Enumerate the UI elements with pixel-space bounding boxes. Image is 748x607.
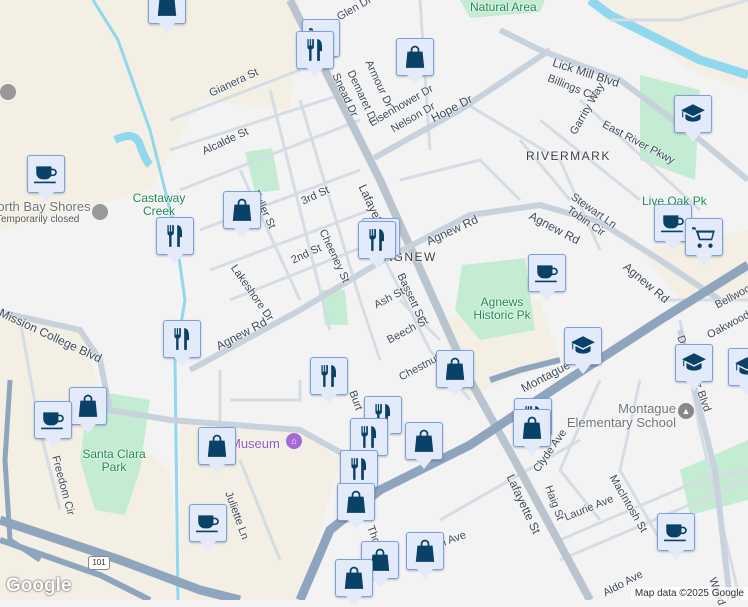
shopping-marker[interactable] bbox=[396, 38, 434, 85]
cart-icon bbox=[691, 224, 717, 250]
fork-knife-icon bbox=[364, 227, 390, 253]
fork-knife-icon bbox=[162, 223, 188, 249]
north-bay-shores-label: North Bay Shores bbox=[0, 199, 91, 214]
highway-101-shield: 101 bbox=[88, 556, 110, 570]
school-marker[interactable] bbox=[675, 344, 713, 391]
school-icon[interactable]: ▲ bbox=[678, 403, 694, 419]
rivermark-label: RIVERMARK bbox=[526, 149, 611, 163]
fork-knife-icon bbox=[169, 326, 195, 352]
north-bay-status: Temporarily closed bbox=[0, 214, 80, 225]
cafe-marker[interactable] bbox=[34, 401, 72, 448]
shopping-marker[interactable] bbox=[405, 422, 443, 469]
school-marker[interactable] bbox=[564, 327, 602, 374]
bag-icon bbox=[442, 356, 468, 382]
shopping-marker[interactable] bbox=[436, 350, 474, 397]
montague-school-label[interactable]: Montague Elementary School bbox=[556, 402, 676, 430]
park-icon[interactable] bbox=[92, 204, 108, 220]
coffee-cup-icon bbox=[663, 519, 689, 545]
fork-knife-icon bbox=[356, 424, 382, 450]
shopping-marker[interactable] bbox=[335, 559, 373, 606]
coffee-cup-icon bbox=[40, 407, 66, 433]
coffee-cup-icon bbox=[195, 510, 221, 536]
school-marker[interactable] bbox=[728, 348, 748, 395]
santa-clara-park-label: Santa Clara Park bbox=[82, 447, 146, 474]
agnews-park-label: Agnews Historic Pk bbox=[473, 295, 531, 322]
bag-icon bbox=[411, 428, 437, 454]
shopping-marker[interactable] bbox=[513, 409, 551, 456]
graduation-cap-icon bbox=[734, 354, 748, 380]
fork-knife-icon bbox=[316, 363, 342, 389]
bag-icon bbox=[343, 489, 369, 515]
google-logo[interactable]: Google bbox=[6, 575, 71, 597]
bag-icon bbox=[229, 197, 255, 223]
coffee-cup-icon bbox=[660, 210, 686, 236]
natural-area-label: Natural Area bbox=[470, 0, 537, 14]
map-attribution[interactable]: Map data ©2025 Google bbox=[630, 587, 748, 600]
restaurant-marker[interactable] bbox=[358, 221, 396, 268]
bag-icon bbox=[204, 433, 230, 459]
shopping-marker[interactable] bbox=[198, 427, 236, 474]
cafe-marker[interactable] bbox=[27, 155, 65, 202]
cafe-marker[interactable] bbox=[528, 254, 566, 301]
bag-icon bbox=[412, 538, 438, 564]
graduation-cap-icon bbox=[680, 101, 706, 127]
restaurant-marker[interactable] bbox=[156, 217, 194, 264]
shopping-marker[interactable] bbox=[69, 387, 107, 434]
castaway-creek-label: Castaway Creek bbox=[132, 191, 186, 218]
park-icon[interactable] bbox=[0, 84, 16, 100]
bag-icon bbox=[75, 393, 101, 419]
bag-icon bbox=[402, 44, 428, 70]
museum-label[interactable]: Museum bbox=[230, 436, 280, 451]
cafe-marker[interactable] bbox=[189, 504, 227, 551]
graduation-cap-icon bbox=[570, 333, 596, 359]
grocery-marker[interactable] bbox=[685, 218, 723, 265]
museum-icon[interactable]: ⌂ bbox=[286, 433, 302, 449]
restaurant-marker[interactable] bbox=[163, 320, 201, 367]
cafe-marker[interactable] bbox=[657, 513, 695, 560]
shopping-marker[interactable] bbox=[337, 483, 375, 530]
bag-icon bbox=[341, 565, 367, 591]
coffee-cup-icon bbox=[534, 260, 560, 286]
coffee-cup-icon bbox=[33, 161, 59, 187]
bag-icon bbox=[154, 0, 180, 18]
bag-icon bbox=[519, 415, 545, 441]
restaurant-marker[interactable] bbox=[296, 31, 334, 78]
fork-knife-icon bbox=[346, 456, 372, 482]
restaurant-marker[interactable] bbox=[310, 357, 348, 404]
fork-knife-icon bbox=[302, 37, 328, 63]
graduation-cap-icon bbox=[681, 350, 707, 376]
school-marker[interactable] bbox=[674, 95, 712, 142]
shopping-marker[interactable] bbox=[148, 0, 186, 33]
shopping-marker[interactable] bbox=[406, 532, 444, 579]
shopping-marker[interactable] bbox=[223, 191, 261, 238]
